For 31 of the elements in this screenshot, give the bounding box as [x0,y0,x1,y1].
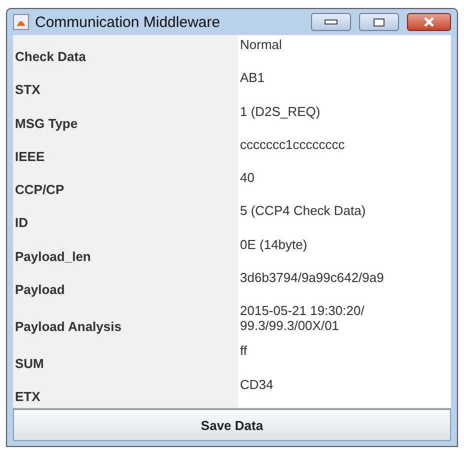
field-label: Payload_len [14,248,92,266]
field-value: 1 (D2S_REQ) [238,102,451,135]
field-label: IEEE [14,148,46,166]
field-label: ETX [14,388,42,406]
app-icon [13,14,29,30]
field-value: AB1 [238,68,451,102]
field-label: ID [14,214,29,232]
field-value: 2015-05-21 19:30:20/ 99.3/99.3/00X/01 [238,301,451,342]
field-value: ff [238,341,451,375]
maximize-icon [373,18,385,26]
field-label: Payload Analysis [14,318,122,336]
field-value: 5 (CCP4 Check Data) [238,201,451,235]
field-value: 3d6b3794/9a99c642/9a9 [238,268,451,302]
field-value: Normal [238,35,451,68]
field-label: Payload [14,281,66,300]
field-label: STX [14,81,42,100]
field-label: Check Data [14,48,87,66]
field-label: MSG Type [14,114,79,133]
field-value: 40 [238,168,451,202]
field-value: 0E (14byte) [238,234,451,268]
maximize-button[interactable] [359,13,399,31]
minimize-button[interactable] [311,13,351,31]
close-icon [423,17,435,27]
minimize-icon [324,19,338,25]
field-value: ccccccc1cccccccc [238,134,451,168]
field-label: CCP/CP [14,181,66,200]
save-button[interactable]: Save Data [13,409,451,441]
field-label: SUM [14,354,45,373]
window-title: Communication Middleware [35,14,222,30]
close-button[interactable] [407,13,451,31]
field-value: CD34 [238,374,451,408]
